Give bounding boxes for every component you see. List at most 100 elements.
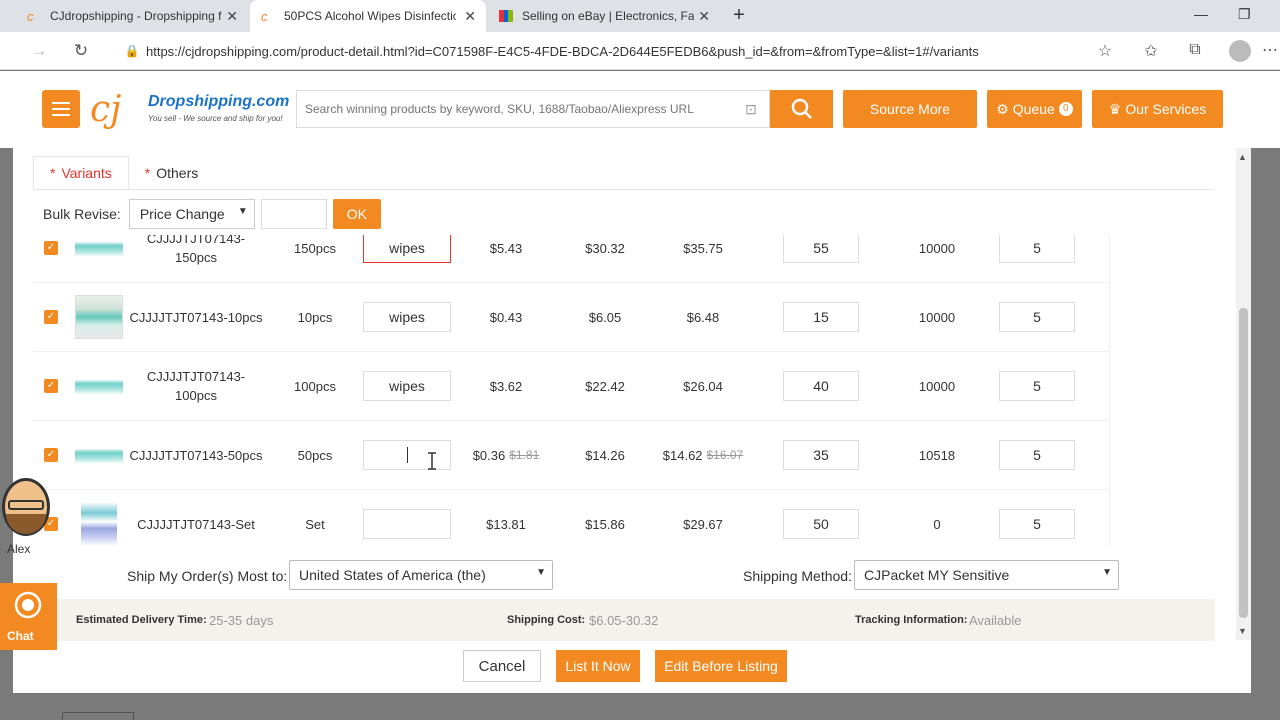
sku-text: CJJJJTJT07143-: [146, 369, 246, 384]
scroll-down-icon[interactable]: ▼: [1238, 626, 1247, 636]
bulk-ok-button[interactable]: OK: [332, 199, 381, 229]
table-row: ✓ CJJJJTJT07143- 100pcs 100pcs wipes $3.6…: [33, 352, 1109, 421]
unit-input[interactable]: [363, 509, 451, 539]
shipping-method-select[interactable]: CJPacket MY Sensitive ▼: [854, 560, 1119, 590]
search-input[interactable]: [297, 102, 737, 116]
more-menu-icon[interactable]: ⋯: [1262, 40, 1278, 60]
queue-count-badge: 0: [1058, 102, 1073, 116]
ship-to-select[interactable]: United States of America (the) ▼: [289, 560, 553, 590]
our-services-button[interactable]: ♛ Our Services: [1092, 90, 1223, 128]
camera-icon[interactable]: ⊡: [737, 101, 765, 118]
quantity-input[interactable]: 5: [999, 440, 1075, 470]
quantity-input[interactable]: 5: [999, 235, 1075, 263]
quantity-input[interactable]: 5: [999, 302, 1075, 332]
tab-title: 50PCS Alcohol Wipes Disinfectio: [284, 9, 456, 23]
list-it-now-button[interactable]: List It Now: [556, 650, 640, 682]
product-thumbnail[interactable]: [75, 433, 123, 477]
cj-favicon-icon: c: [260, 8, 276, 24]
shipping-cell: $15.86: [585, 516, 625, 532]
table-row: ✓ CJJJJTJT07143-10pcs 10pcs wipes $0.43 …: [33, 283, 1109, 352]
menu-icon[interactable]: [42, 90, 80, 128]
queue-button[interactable]: ⚙ Queue 0: [987, 90, 1082, 128]
product-thumbnail[interactable]: [75, 364, 123, 408]
url-field[interactable]: 🔒 https://cjdropshipping.com/product-det…: [118, 36, 1126, 66]
modal-tabs: * Variants * Others: [33, 156, 214, 190]
price-cell: $0.43: [489, 309, 523, 325]
total-old: $16.07: [706, 448, 744, 462]
tab-close-icon[interactable]: ✕: [698, 8, 710, 25]
stock-cell: 10518: [918, 447, 956, 463]
our-services-label: Our Services: [1125, 101, 1207, 117]
search-button[interactable]: [770, 90, 833, 128]
row-checkbox[interactable]: ✓: [44, 448, 58, 462]
price-old: $1.81: [509, 448, 540, 462]
listing-price-input[interactable]: 40: [783, 371, 859, 401]
chevron-down-icon: ▼: [237, 206, 248, 217]
sku-cell: CJJJJTJT07143-10pcs: [129, 309, 263, 325]
delivery-time-label: Estimated Delivery Time:: [76, 614, 207, 626]
price-cell: $5.43: [489, 240, 523, 256]
row-checkbox[interactable]: ✓: [44, 241, 58, 255]
bulk-revise-input[interactable]: [260, 199, 327, 229]
source-more-button[interactable]: Source More: [843, 90, 977, 128]
product-thumbnail[interactable]: [75, 295, 123, 339]
refresh-icon[interactable]: ↻: [70, 40, 92, 62]
table-row: ✓ CJJJJTJT07143-50pcs 50pcs $0.36 $1.81 $…: [33, 421, 1109, 490]
support-agent-widget[interactable]: Alex: [0, 478, 52, 560]
sku-cell: CJJJJTJT07143- 150pcs: [125, 235, 267, 282]
tracking-value: Available: [969, 613, 1022, 628]
logo-mark-icon: cj: [90, 89, 122, 130]
delivery-time-value: 25-35 days: [209, 613, 274, 628]
row-checkbox[interactable]: ✓: [44, 310, 58, 324]
quantity-input[interactable]: 5: [999, 509, 1075, 539]
quantity-input[interactable]: 5: [999, 371, 1075, 401]
browser-tab-alcohol-wipes[interactable]: c 50PCS Alcohol Wipes Disinfectio ✕: [250, 0, 486, 32]
price-cell: $0.36 $1.81: [463, 421, 549, 489]
row-checkbox[interactable]: ✓: [44, 379, 58, 393]
chevron-down-icon: ▼: [536, 567, 546, 578]
modal-scrollbar[interactable]: ▲ ▼: [1236, 148, 1251, 640]
unit-input[interactable]: wipes: [363, 235, 451, 263]
logo-tagline: You sell - We source and ship for you!: [148, 114, 283, 123]
ship-to-value: United States of America (the): [299, 567, 486, 583]
url-text: https://cjdropshipping.com/product-detai…: [146, 43, 979, 59]
profile-avatar[interactable]: [1229, 40, 1251, 62]
table-divider: [1109, 235, 1110, 547]
bulk-revise-select[interactable]: Price Change ▼: [128, 199, 255, 229]
listing-price-input[interactable]: 15: [783, 302, 859, 332]
scroll-thumb[interactable]: [1239, 308, 1248, 618]
sku-cell: CJJJJTJT07143-50pcs: [129, 447, 263, 463]
scroll-up-icon[interactable]: ▲: [1238, 152, 1247, 162]
tab-close-icon[interactable]: ✕: [464, 8, 476, 25]
chat-button[interactable]: Chat: [0, 583, 57, 650]
site-logo[interactable]: cj Dropshipping.com You sell - We source…: [90, 87, 290, 131]
ebay-favicon-icon: [498, 8, 514, 24]
search-box: ⊡: [296, 90, 770, 128]
cancel-button[interactable]: Cancel: [463, 650, 541, 682]
listing-price-input[interactable]: 35: [783, 440, 859, 470]
unit-input-focused[interactable]: [363, 440, 451, 470]
tab-variants[interactable]: * Variants: [33, 156, 129, 190]
collections-icon[interactable]: ⧉: [1184, 41, 1206, 63]
browser-tab-cjdropshipping[interactable]: c CJdropshipping - Dropshipping f ✕: [16, 0, 248, 32]
tab-close-icon[interactable]: ✕: [226, 8, 238, 25]
variant-cell: 50pcs: [297, 447, 333, 463]
unit-input[interactable]: wipes: [363, 371, 451, 401]
browser-tab-ebay[interactable]: Selling on eBay | Electronics, Fas ✕: [488, 0, 720, 32]
listing-price-input[interactable]: 55: [783, 235, 859, 263]
favorite-add-icon[interactable]: ☆: [1094, 41, 1116, 63]
restore-icon[interactable]: ❐: [1238, 6, 1251, 23]
tab-others-label: Others: [156, 165, 199, 181]
back-icon[interactable]: →: [28, 40, 50, 62]
product-thumbnail[interactable]: [81, 502, 117, 546]
product-thumbnail[interactable]: [75, 235, 123, 270]
tab-others[interactable]: * Others: [129, 156, 214, 190]
new-tab-icon[interactable]: +: [728, 4, 750, 26]
shipping-method-label: Shipping Method:: [743, 568, 852, 584]
edit-before-listing-button[interactable]: Edit Before Listing: [655, 650, 787, 682]
shipping-cell: $6.05: [588, 309, 622, 325]
minimize-icon[interactable]: —: [1194, 6, 1208, 22]
favorites-icon[interactable]: ✩: [1140, 41, 1162, 63]
unit-input[interactable]: wipes: [363, 302, 451, 332]
listing-price-input[interactable]: 50: [783, 509, 859, 539]
